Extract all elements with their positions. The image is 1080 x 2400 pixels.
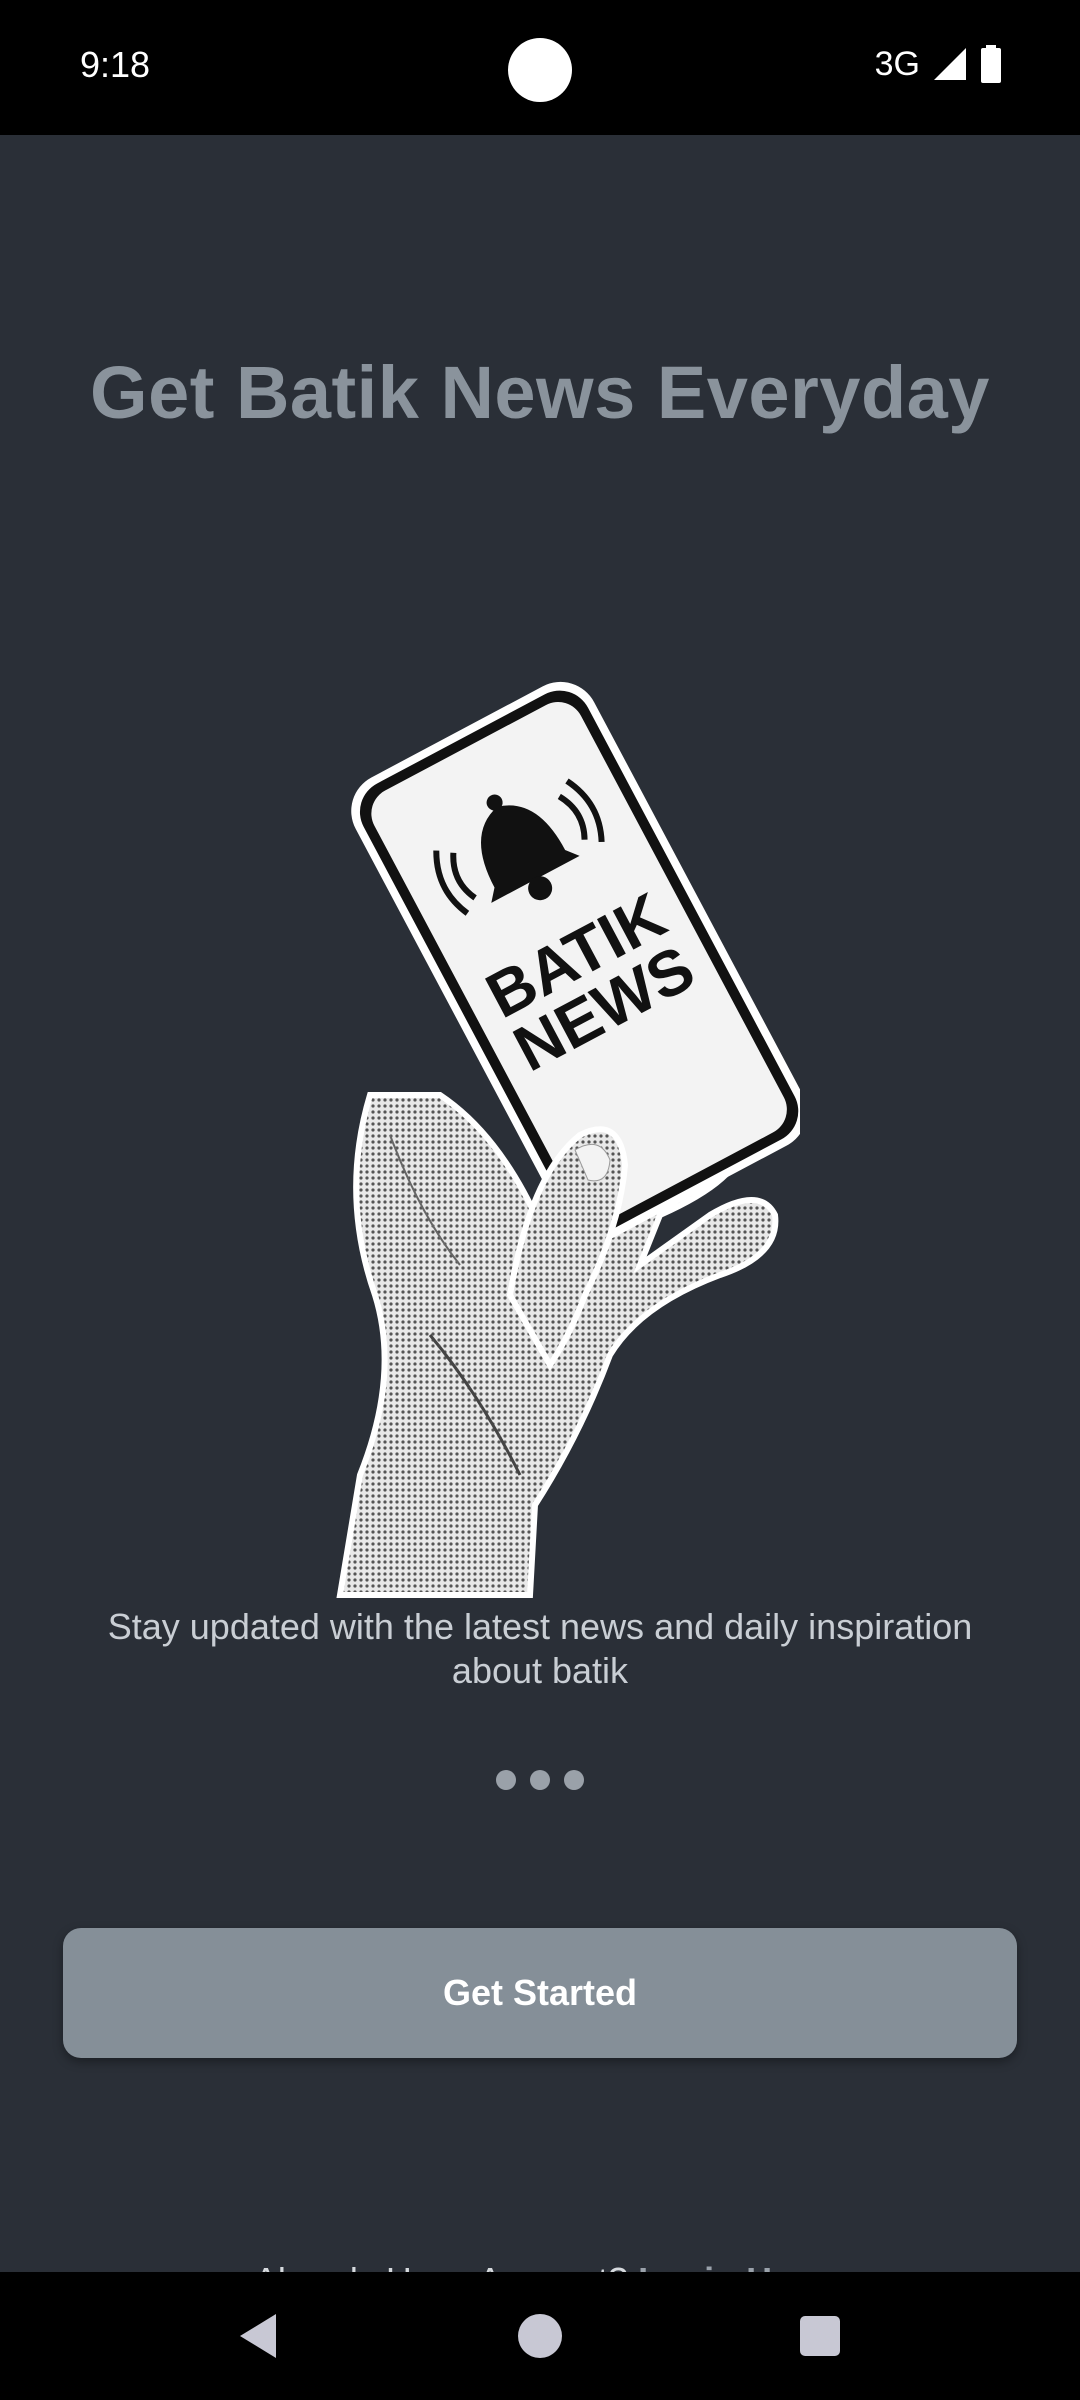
status-icons: 3G (875, 44, 1002, 84)
onboarding-screen: Get Batik News Everyday BATIK NEWS Stay … (0, 135, 1080, 2301)
page-indicator-dot[interactable] (564, 1770, 584, 1790)
page-indicator-dot[interactable] (496, 1770, 516, 1790)
system-nav-bar (0, 2272, 1080, 2400)
home-icon (518, 2314, 562, 2358)
camera-cutout (508, 38, 572, 102)
nav-recents-button[interactable] (760, 2272, 880, 2400)
page-title: Get Batik News Everyday (90, 351, 990, 434)
recents-icon (800, 2316, 840, 2356)
battery-icon (981, 45, 1001, 83)
status-bar: 9:18 3G (0, 0, 1080, 135)
page-indicator-dot[interactable] (530, 1770, 550, 1790)
back-icon (240, 2314, 276, 2358)
nav-back-button[interactable] (198, 2272, 318, 2400)
screen: 9:18 3G Get Batik News Everyday BATIK NE… (0, 0, 1080, 2400)
onboarding-subtitle: Stay updated with the latest news and da… (107, 1606, 973, 1691)
nav-home-button[interactable] (480, 2272, 600, 2400)
status-time: 9:18 (80, 44, 151, 85)
get-started-button[interactable]: Get Started (63, 1928, 1017, 2058)
page-indicator (0, 1770, 1080, 1790)
hand-phone-illustration: BATIK NEWS (336, 681, 800, 1598)
signal-icon (934, 48, 966, 80)
network-type-label: 3G (874, 44, 920, 83)
